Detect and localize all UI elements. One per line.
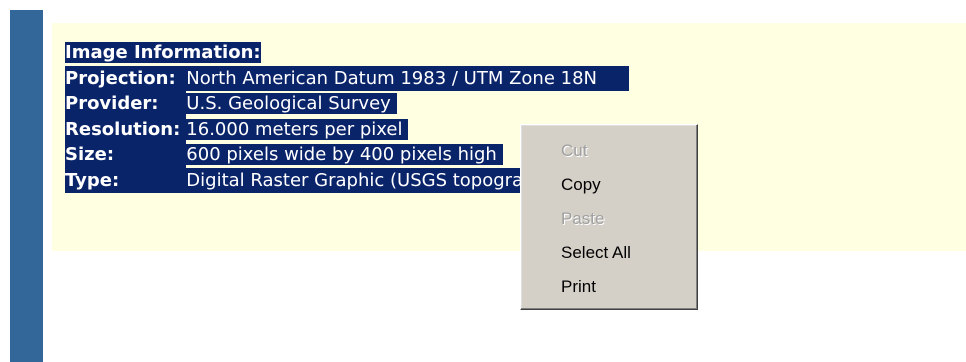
menu-item-label: Select All [561, 243, 631, 262]
info-row-provider: Provider: U.S. Geological Survey [65, 91, 629, 117]
menu-item-label: Copy [561, 175, 601, 194]
menu-item-label: Cut [561, 141, 588, 160]
left-side-bar [10, 10, 43, 362]
context-menu: Cut Copy Paste Select All Print [520, 124, 698, 310]
info-title: Image Information: [65, 42, 261, 63]
menu-item-label: Print [561, 277, 596, 296]
info-row-projection: Projection: North American Datum 1983 / … [65, 65, 629, 91]
info-label: Projection: [65, 65, 187, 91]
info-value: North American Datum 1983 / UTM Zone 18N [186, 65, 629, 91]
info-label: Provider: [65, 91, 187, 117]
info-title-row: Image Information: [65, 40, 629, 66]
menu-item-select-all[interactable]: Select All [521, 236, 697, 270]
info-label: Size: [65, 142, 187, 168]
menu-item-copy[interactable]: Copy [521, 168, 697, 202]
menu-item-cut: Cut [521, 134, 697, 168]
info-label: Resolution: [65, 116, 187, 142]
menu-item-print[interactable]: Print [521, 270, 697, 304]
menu-item-label: Paste [561, 209, 605, 228]
info-label: Type: [65, 167, 187, 193]
menu-item-paste: Paste [521, 202, 697, 236]
info-value: 600 pixels wide by 400 pixels high [186, 144, 503, 165]
info-value: U.S. Geological Survey [186, 93, 397, 114]
info-value: 16.000 meters per pixel [186, 118, 409, 140]
